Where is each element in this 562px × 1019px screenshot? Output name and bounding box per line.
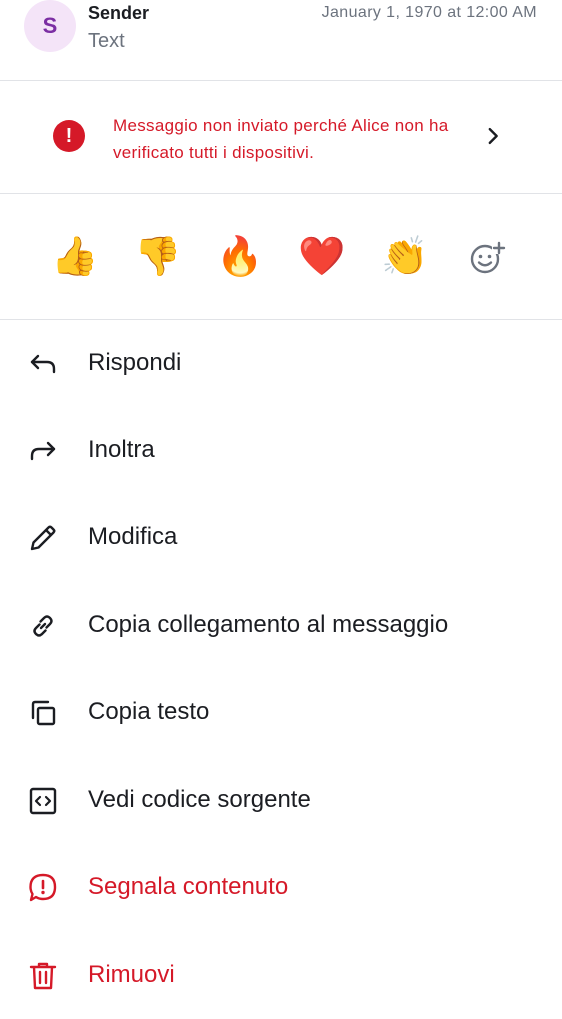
code-icon xyxy=(29,787,57,815)
reaction-clap[interactable]: 👏 xyxy=(380,232,430,282)
link-icon xyxy=(33,615,53,637)
message-header: S Sender Text January 1, 1970 at 12:00 A… xyxy=(0,0,562,80)
reaction-heart[interactable]: ❤️ xyxy=(297,232,347,282)
menu-label: Rispondi xyxy=(88,349,182,376)
menu-label: Vedi codice sorgente xyxy=(88,786,311,813)
send-failure-warning[interactable]: ! Messaggio non inviato perché Alice non… xyxy=(0,81,562,193)
avatar: S xyxy=(24,0,76,52)
menu-label: Inoltra xyxy=(88,436,155,463)
edit-icon xyxy=(30,525,56,551)
sender-name: Sender xyxy=(88,3,150,23)
menu-item-report[interactable]: Segnala contenuto xyxy=(0,844,562,931)
reaction-thumbs-up[interactable]: 👍 xyxy=(50,232,100,282)
reaction-bar: 👍 👎 🔥 ❤️ 👏 xyxy=(0,194,562,319)
chevron-right-icon xyxy=(488,127,498,145)
menu-label: Modifica xyxy=(88,523,178,550)
menu-item-copy-text[interactable]: Copia testo xyxy=(0,669,562,756)
reaction-fire[interactable]: 🔥 xyxy=(215,232,265,282)
message-text: Text xyxy=(88,30,125,52)
menu-item-view-source[interactable]: Vedi codice sorgente xyxy=(0,757,562,844)
menu-item-forward[interactable]: Inoltra xyxy=(0,407,562,494)
menu-label: Copia collegamento al messaggio xyxy=(88,611,449,638)
timestamp: January 1, 1970 at 12:00 AM xyxy=(321,4,537,21)
error-icon: ! xyxy=(53,120,85,152)
menu-item-edit[interactable]: Modifica xyxy=(0,494,562,581)
report-icon xyxy=(29,873,57,902)
forward-icon xyxy=(30,441,56,461)
menu-item-remove[interactable]: Rimuovi xyxy=(0,932,562,1019)
menu-item-reply[interactable]: Rispondi xyxy=(0,320,562,407)
reply-icon xyxy=(30,354,56,374)
delete-icon xyxy=(29,962,57,990)
menu-item-copy-link[interactable]: Copia collegamento al messaggio xyxy=(0,582,562,669)
menu-label: Segnala contenuto xyxy=(88,873,289,900)
add-reaction-icon[interactable] xyxy=(468,240,506,276)
menu-label: Rimuovi xyxy=(88,961,175,988)
menu-label: Copia testo xyxy=(88,698,210,725)
reaction-thumbs-down[interactable]: 👎 xyxy=(133,232,183,282)
warning-text: Messaggio non inviato perché Alice non h… xyxy=(113,116,449,162)
copy-icon xyxy=(31,700,56,726)
